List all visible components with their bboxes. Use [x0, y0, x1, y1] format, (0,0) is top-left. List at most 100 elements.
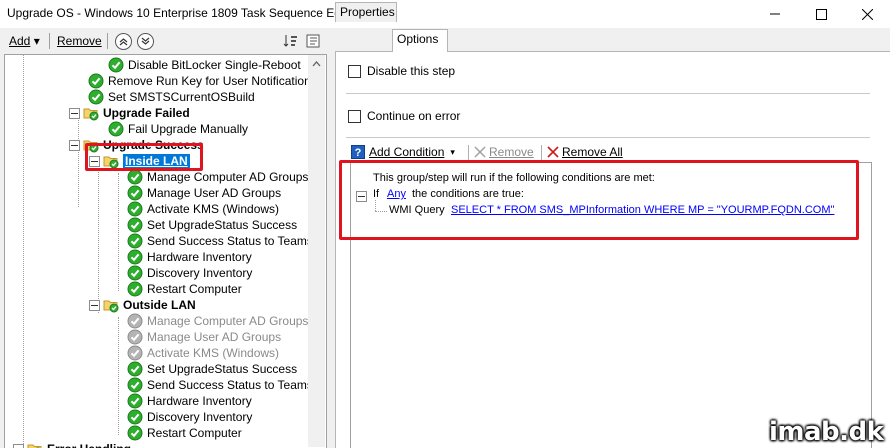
- tree-item[interactable]: Restart Computer: [127, 425, 242, 441]
- tree-item[interactable]: Manage User AD Groups: [127, 329, 281, 345]
- tree-item[interactable]: Set UpgradeStatus Success: [127, 217, 297, 233]
- success-check-icon: [127, 249, 143, 265]
- tree-connector: [23, 55, 24, 448]
- tree-item-label: Disable BitLocker Single-Reboot: [128, 58, 301, 72]
- double-chevron-up-icon: [119, 37, 128, 46]
- tree-item[interactable]: Send Success Status to Teams: [127, 233, 313, 249]
- success-check-icon: [127, 217, 143, 233]
- tree-item-label: Manage Computer AD Groups: [147, 170, 308, 184]
- tree-item[interactable]: Manage Computer AD Groups: [127, 169, 308, 185]
- task-sequence-toolbar: Add ▾ Remove: [0, 28, 326, 54]
- tree-item[interactable]: Manage Computer AD Groups: [127, 313, 308, 329]
- collapse-toggle[interactable]: [69, 108, 80, 119]
- tab-options[interactable]: Options: [392, 29, 448, 52]
- tree-item-label: Fail Upgrade Manually: [128, 122, 248, 136]
- properties-icon[interactable]: [305, 33, 321, 49]
- scroll-up-button[interactable]: [308, 55, 325, 72]
- double-chevron-down-icon: [141, 37, 150, 46]
- tree-item-label: Hardware Inventory: [147, 394, 252, 408]
- close-button[interactable]: [844, 0, 890, 28]
- tree-item[interactable]: Discovery Inventory: [127, 265, 252, 281]
- tree-item[interactable]: Activate KMS (Windows): [127, 345, 279, 361]
- tree-item[interactable]: Activate KMS (Windows): [127, 201, 279, 217]
- disabled-step-icon: [127, 313, 143, 329]
- maximize-button[interactable]: [798, 0, 844, 28]
- tree-item-label: Set SMSTSCurrentOSBuild: [108, 90, 255, 104]
- tree-item-label: Remove Run Key for User Notification: [108, 74, 311, 88]
- tree-connector: [98, 161, 99, 313]
- remove-all-conditions-button[interactable]: Remove All: [547, 145, 623, 159]
- move-down-button[interactable]: [137, 33, 154, 50]
- tree-item-label: Error Handling: [47, 442, 131, 448]
- help-icon: ?: [351, 145, 365, 159]
- tree-item[interactable]: Manage User AD Groups: [127, 185, 281, 201]
- divider: [346, 137, 870, 138]
- tree-item-label: Discovery Inventory: [147, 410, 252, 424]
- annotation-highlight-condition: [339, 160, 859, 240]
- success-check-icon: [127, 265, 143, 281]
- tree-item[interactable]: Hardware Inventory: [127, 249, 252, 265]
- continue-on-error-checkbox[interactable]: Continue on error: [348, 109, 460, 123]
- annotation-highlight-inside-lan: [85, 143, 203, 171]
- remove-icon: [474, 146, 486, 158]
- toolbar-separator: [49, 33, 50, 49]
- tree-item[interactable]: Send Success Status to Teams: [127, 377, 313, 393]
- tree-item[interactable]: Disable BitLocker Single-Reboot: [108, 57, 301, 73]
- tree-item[interactable]: Outside LAN: [89, 297, 196, 313]
- success-check-icon: [88, 73, 104, 89]
- svg-text:?: ?: [355, 147, 362, 159]
- task-sequence-tree[interactable]: Disable BitLocker Single-Reboot Remove Ru…: [4, 54, 327, 448]
- checkbox-box[interactable]: [348, 110, 361, 123]
- tree-connector: [118, 317, 119, 435]
- add-menu-button[interactable]: Add ▾: [9, 34, 40, 48]
- toolbar-separator: [107, 33, 108, 49]
- tree-item[interactable]: Discovery Inventory: [127, 409, 252, 425]
- collapse-toggle[interactable]: [13, 444, 24, 448]
- checkbox-box[interactable]: [348, 65, 361, 78]
- remove-button[interactable]: Remove: [57, 34, 102, 48]
- tree-item[interactable]: Remove Run Key for User Notification: [88, 73, 311, 89]
- tree-item[interactable]: Fail Upgrade Manually: [108, 121, 248, 137]
- success-check-icon: [127, 201, 143, 217]
- tab-properties[interactable]: Properties: [335, 2, 397, 22]
- maximize-icon: [816, 9, 827, 20]
- tree-item[interactable]: Restart Computer: [127, 281, 242, 297]
- tree-item-label: Send Success Status to Teams: [147, 378, 313, 392]
- minimize-button[interactable]: [752, 0, 798, 28]
- tree-scrollbar[interactable]: [308, 55, 325, 447]
- window-title: Upgrade OS - Windows 10 Enterprise 1809 …: [7, 6, 358, 20]
- chevron-up-icon: [312, 61, 321, 67]
- minimize-icon: [770, 9, 780, 19]
- disable-step-checkbox[interactable]: Disable this step: [348, 64, 455, 78]
- tree-connector: [118, 173, 119, 291]
- collapse-toggle[interactable]: [89, 300, 100, 311]
- watermark: imab.dk: [769, 417, 883, 447]
- conditions-toolbar: ? Add Condition▾ Remove Remove All: [350, 142, 870, 162]
- tree-item[interactable]: Set UpgradeStatus Success: [127, 361, 297, 377]
- tree-item-label: Outside LAN: [123, 298, 196, 312]
- toolbar-separator: [541, 145, 542, 160]
- divider: [346, 93, 870, 94]
- disabled-step-icon: [127, 345, 143, 361]
- tree-connector: [78, 111, 79, 207]
- tree-item-label: Set UpgradeStatus Success: [147, 362, 297, 376]
- add-condition-button[interactable]: ? Add Condition▾: [351, 145, 455, 159]
- success-check-icon: [108, 57, 124, 73]
- success-check-icon: [127, 169, 143, 185]
- success-check-icon: [127, 233, 143, 249]
- remove-condition-button[interactable]: Remove: [474, 145, 534, 159]
- move-up-button[interactable]: [115, 33, 132, 50]
- tree-item-label: Manage Computer AD Groups: [147, 314, 308, 328]
- tree-item-label: Upgrade Failed: [103, 106, 190, 120]
- tree-item-label: Activate KMS (Windows): [147, 202, 279, 216]
- tree-item[interactable]: Hardware Inventory: [127, 393, 252, 409]
- tree-item[interactable]: Upgrade Failed: [69, 105, 190, 121]
- tree-item[interactable]: Set SMSTSCurrentOSBuild: [88, 89, 255, 105]
- success-check-icon: [127, 281, 143, 297]
- collapse-toggle[interactable]: [69, 140, 80, 151]
- tree-item-label: Manage User AD Groups: [147, 186, 281, 200]
- success-check-icon: [127, 409, 143, 425]
- sort-icon[interactable]: [283, 33, 299, 49]
- success-check-icon: [108, 121, 124, 137]
- group-folder-icon: [83, 105, 99, 121]
